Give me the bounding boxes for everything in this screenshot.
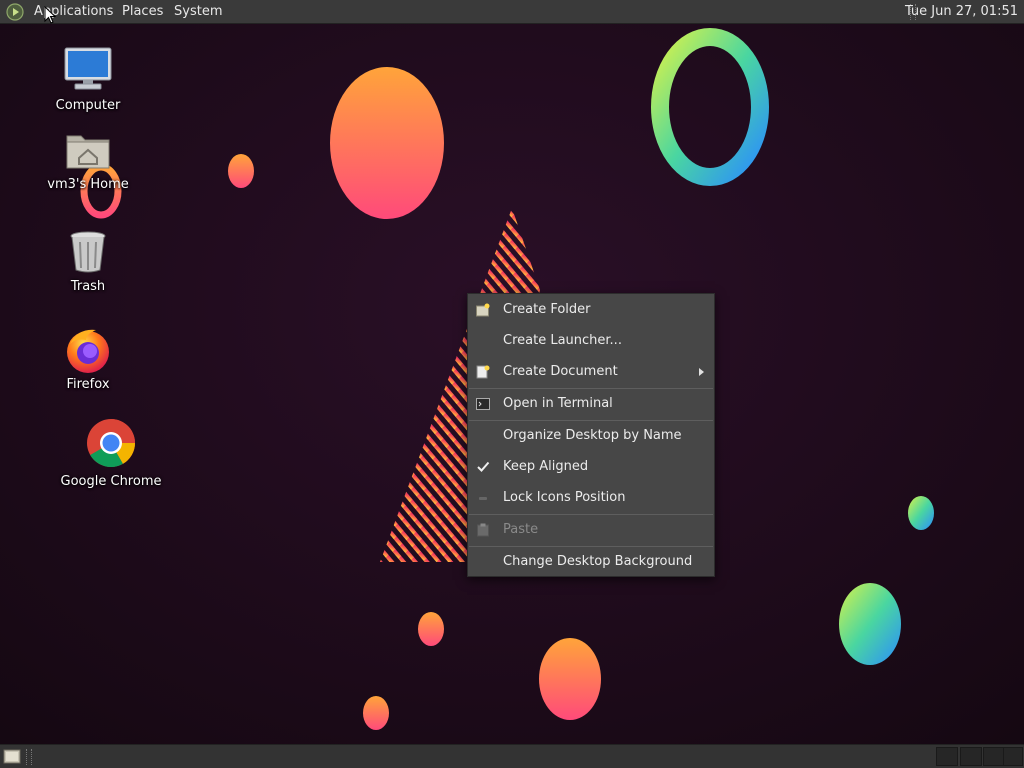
bottom-panel <box>0 744 1024 768</box>
workspace-3[interactable] <box>983 747 1005 766</box>
menu-separator <box>469 420 713 421</box>
desktop-icon-computer[interactable]: Computer <box>48 46 128 113</box>
menu-item-keep-aligned[interactable]: Keep Aligned <box>468 453 714 481</box>
menu-system[interactable]: System <box>174 0 222 24</box>
new-document-icon <box>476 365 490 379</box>
desktop-context-menu: Create Folder Create Launcher... Create … <box>467 293 715 577</box>
firefox-icon <box>67 329 109 373</box>
menu-item-change-background[interactable]: Change Desktop Background <box>468 548 714 576</box>
top-panel: Applications Places System Tue Jun 27, 0… <box>0 0 1024 24</box>
chrome-icon <box>87 419 135 468</box>
menu-separator <box>469 388 713 389</box>
menu-item-label: Change Desktop Background <box>503 554 693 569</box>
menu-item-create-folder[interactable]: Create Folder <box>468 296 714 324</box>
menu-item-label: Create Document <box>503 364 618 379</box>
show-desktop-icon[interactable] <box>3 748 21 765</box>
menu-item-label: Lock Icons Position <box>503 490 626 505</box>
menu-item-label: Create Folder <box>503 302 591 317</box>
menu-item-create-launcher[interactable]: Create Launcher... <box>468 327 714 355</box>
new-folder-icon <box>476 303 490 317</box>
computer-icon <box>64 47 112 90</box>
desktop-icon-trash[interactable]: Trash <box>48 230 128 294</box>
menu-item-open-terminal[interactable]: Open in Terminal <box>468 390 714 418</box>
desktop-icon-label: Trash <box>70 279 106 294</box>
menu-item-label: Create Launcher... <box>503 333 622 348</box>
desktop-icon-firefox[interactable]: Firefox <box>48 326 128 392</box>
paste-icon <box>477 523 489 537</box>
panel-drag-handle[interactable] <box>26 749 32 765</box>
menu-item-lock-icons[interactable]: Lock Icons Position <box>468 484 714 512</box>
workspace-4[interactable] <box>1003 747 1023 766</box>
mouse-pointer-icon <box>44 6 56 24</box>
submenu-arrow-icon <box>699 368 704 376</box>
workspace-1[interactable] <box>936 747 958 766</box>
menu-item-label: Paste <box>503 522 539 537</box>
trash-icon <box>70 231 106 273</box>
workspace-2[interactable] <box>960 747 982 766</box>
clock[interactable]: Tue Jun 27, 01:51 <box>905 0 1018 24</box>
menu-item-label: Open in Terminal <box>503 396 613 411</box>
menu-item-label: Organize Desktop by Name <box>503 428 682 443</box>
lock-icon <box>479 497 487 500</box>
desktop-icon-label: Google Chrome <box>60 474 162 489</box>
desktop-icon-label: Firefox <box>66 377 110 392</box>
menu-item-create-document[interactable]: Create Document <box>468 358 714 386</box>
desktop-icon-label: vm3's Home <box>47 177 129 192</box>
desktop-icon-chrome[interactable]: Google Chrome <box>56 418 166 489</box>
menu-separator <box>469 514 713 515</box>
menu-separator <box>469 546 713 547</box>
applications-logo-icon[interactable] <box>6 3 24 21</box>
home-folder-icon <box>66 135 110 169</box>
terminal-icon <box>476 398 490 410</box>
checkmark-icon <box>477 461 490 472</box>
menu-places[interactable]: Places <box>122 0 163 24</box>
desktop-icon-home[interactable]: vm3's Home <box>44 130 132 192</box>
desktop-icon-label: Computer <box>55 98 121 113</box>
menu-item-organize-desktop[interactable]: Organize Desktop by Name <box>468 422 714 450</box>
menu-item-label: Keep Aligned <box>503 459 589 474</box>
menu-item-paste: Paste <box>468 516 714 544</box>
